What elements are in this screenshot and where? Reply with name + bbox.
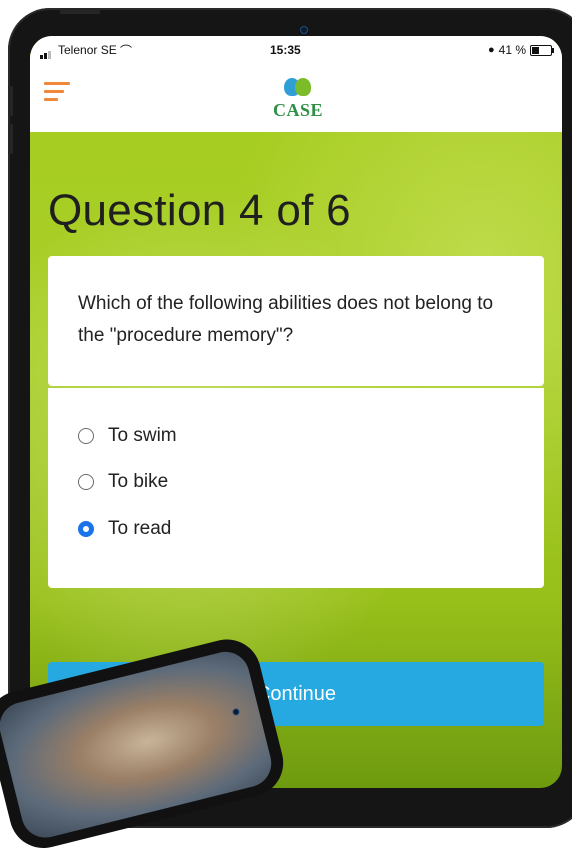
logo-heads-icon xyxy=(268,76,328,102)
logo-text: CASE xyxy=(272,100,323,120)
radio-button[interactable] xyxy=(78,474,94,490)
case-logo: CASE xyxy=(268,76,328,126)
clock: 15:35 xyxy=(270,43,301,57)
option-to-bike[interactable]: To bike xyxy=(78,468,168,496)
device-side-button xyxy=(8,124,13,154)
option-label: To read xyxy=(108,518,172,539)
carrier-label: Telenor SE xyxy=(58,43,117,57)
battery-percent: 41 % xyxy=(498,43,526,57)
app-header: CASE xyxy=(30,64,562,132)
option-to-swim[interactable]: To swim xyxy=(78,422,177,450)
device-side-button xyxy=(8,86,13,116)
alarm-icon: ● xyxy=(487,44,495,56)
answer-options: To swim To bike To read xyxy=(48,388,544,588)
battery-icon xyxy=(530,44,554,56)
menu-icon[interactable] xyxy=(44,82,70,102)
option-to-read[interactable]: To read xyxy=(78,515,171,543)
device-top-button xyxy=(60,8,100,14)
page-title: Question 4 of 6 xyxy=(48,186,351,235)
radio-button[interactable] xyxy=(78,428,94,444)
option-label: To swim xyxy=(108,425,177,446)
question-text: Which of the following abilities does no… xyxy=(78,293,494,346)
radio-button[interactable] xyxy=(78,521,94,537)
device-camera xyxy=(300,26,308,34)
wifi-icon: ⌒ xyxy=(120,44,133,58)
status-bar: Telenor SE ⌒ 15:35 ● 41 % xyxy=(30,36,562,64)
question-card: Which of the following abilities does no… xyxy=(48,256,544,386)
status-right: ● 41 % xyxy=(487,43,554,57)
option-label: To bike xyxy=(108,471,169,492)
signal-icon xyxy=(40,45,52,59)
